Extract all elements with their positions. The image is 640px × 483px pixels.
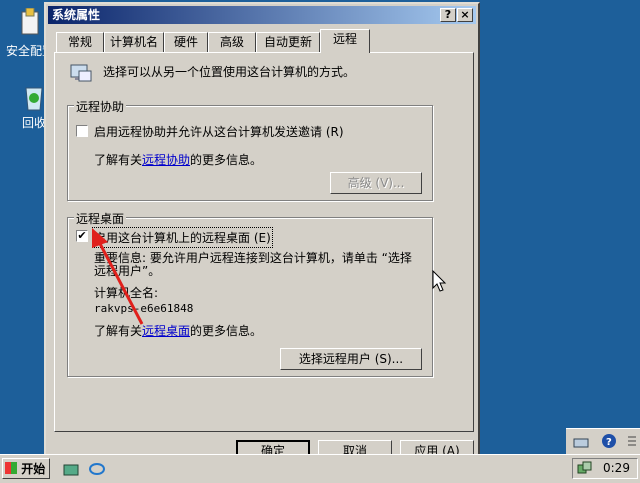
quick-launch-ie-icon[interactable] xyxy=(88,461,106,480)
start-button[interactable]: 开始 xyxy=(2,458,50,479)
tab-general[interactable]: 常规 xyxy=(56,32,104,52)
resize-grip-icon[interactable] xyxy=(626,433,638,452)
remote-assistance-checkbox-label[interactable]: 启用远程协助并允许从这台计算机发送邀请 (R) xyxy=(94,123,344,140)
quick-launch-icon[interactable] xyxy=(62,461,80,480)
start-label: 开始 xyxy=(21,462,46,476)
tab-automatic-updates[interactable]: 自动更新 xyxy=(256,32,320,52)
network-icon[interactable] xyxy=(572,433,590,452)
remote-assistance-link[interactable]: 远程协助 xyxy=(142,153,190,167)
tab-advanced[interactable]: 高级 xyxy=(208,32,256,52)
quick-launch-panel: ? xyxy=(566,428,640,455)
tab-remote[interactable]: 远程 xyxy=(320,29,370,53)
close-button[interactable]: × xyxy=(457,8,473,22)
system-tray: 0:29 xyxy=(572,458,638,479)
dialog-title: 系统属性 xyxy=(52,8,101,22)
tab-hardware[interactable]: 硬件 xyxy=(164,32,208,52)
tray-network-icon[interactable] xyxy=(577,461,593,481)
clock[interactable]: 0:29 xyxy=(603,459,630,478)
taskbar: 开始 0:29 xyxy=(0,454,640,483)
select-remote-users-button[interactable]: 选择远程用户 (S)... xyxy=(280,348,422,370)
remote-computer-icon xyxy=(69,61,95,88)
mouse-cursor-icon xyxy=(432,270,447,292)
info-suffix: 的更多信息。 xyxy=(190,153,263,167)
help-circle-icon[interactable]: ? xyxy=(600,433,618,452)
advanced-button[interactable]: 高级 (V)... xyxy=(330,172,422,194)
remote-assistance-group-title: 远程协助 xyxy=(74,98,127,115)
info-suffix: 的更多信息。 xyxy=(190,324,263,338)
remote-assistance-info: 了解有关远程协助的更多信息。 xyxy=(94,151,262,168)
remote-assistance-checkbox[interactable] xyxy=(76,125,88,137)
annotation-arrow xyxy=(92,228,144,325)
intro-text: 选择可以从另一个位置使用这台计算机的方式。 xyxy=(103,65,356,79)
dialog-titlebar[interactable]: 系统属性 ? × xyxy=(48,6,476,24)
security-config-icon xyxy=(14,7,46,40)
help-button[interactable]: ? xyxy=(440,8,456,22)
svg-text:?: ? xyxy=(606,437,612,448)
windows-logo-icon xyxy=(5,462,17,474)
tab-computer-name[interactable]: 计算机名 xyxy=(104,32,164,52)
info-prefix: 了解有关 xyxy=(94,153,143,167)
remote-assistance-group: 远程协助 启用远程协助并允许从这台计算机发送邀请 (R) 了解有关远程协助的更多… xyxy=(67,98,433,201)
